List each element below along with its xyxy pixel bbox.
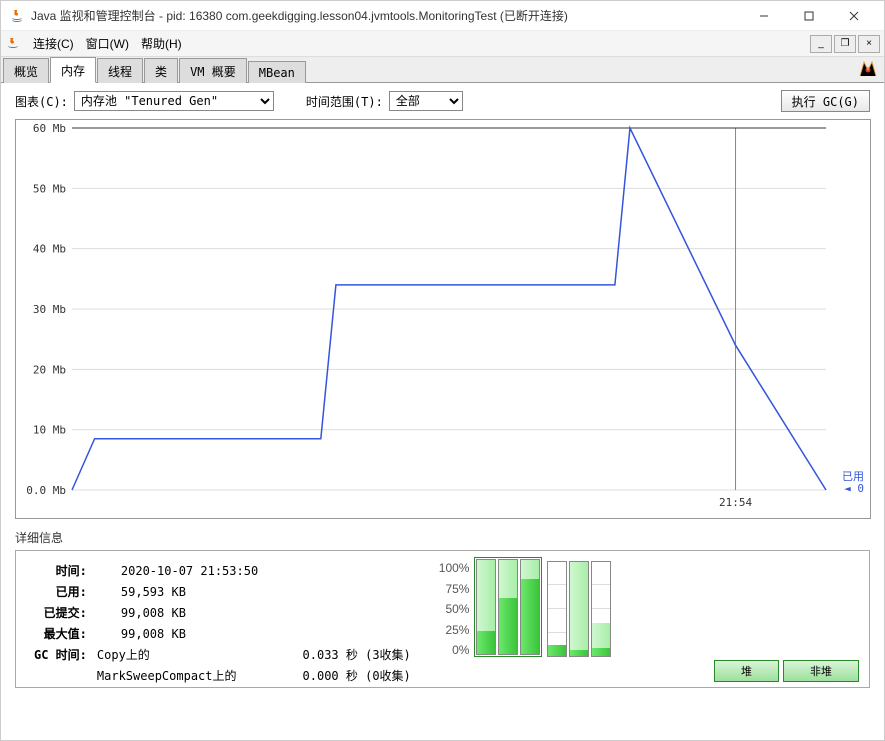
memory-bar [547, 561, 567, 657]
gc-msc-time: 0.000 秒 (0收集) [243, 666, 415, 685]
controls-row: 图表(C): 内存池 "Tenured Gen" 时间范围(T): 全部 执行 … [1, 83, 884, 119]
java-icon [9, 8, 25, 24]
chart-area: 0.0 Mb 10 Mb 20 Mb 30 Mb 40 Mb 50 Mb 60 Mb 21:5… [1, 119, 884, 525]
heap-bar-group[interactable] [474, 557, 542, 657]
tab-overview[interactable]: 概览 [3, 58, 49, 83]
window-titlebar: Java 监视和管理控制台 - pid: 16380 com.geekdiggi… [1, 1, 884, 31]
memory-bars: 100%75%50%25%0% 堆 非堆 [429, 551, 869, 687]
tabbar: 概览 内存 线程 类 VM 概要 MBean [1, 57, 884, 83]
svg-text:40 Mb: 40 Mb [33, 243, 66, 256]
time-value: 2020-10-07 21:53:50 [93, 561, 415, 580]
details-title: 详细信息 [15, 527, 870, 550]
details-box: 时间:2020-10-07 21:53:50 已用:59,593 KB 已提交:… [15, 550, 870, 688]
details-text: 时间:2020-10-07 21:53:50 已用:59,593 KB 已提交:… [16, 551, 429, 687]
memory-chart: 0.0 Mb 10 Mb 20 Mb 30 Mb 40 Mb 50 Mb 60 Mb 21:5… [15, 119, 871, 519]
svg-text:50 Mb: 50 Mb [33, 182, 66, 195]
heap-button[interactable]: 堆 [714, 660, 779, 682]
memory-bar [476, 559, 496, 655]
svg-text:◄ 0: ◄ 0 [844, 482, 864, 495]
chart-label: 图表(C): [15, 93, 68, 110]
tab-classes[interactable]: 类 [144, 58, 178, 83]
svg-text:10 Mb: 10 Mb [33, 424, 66, 437]
tab-vm[interactable]: VM 概要 [179, 58, 247, 83]
used-label: 已用: [30, 582, 91, 601]
memory-bar [591, 561, 611, 657]
memory-bar [520, 559, 540, 655]
nonheap-button[interactable]: 非堆 [783, 660, 859, 682]
tab-threads[interactable]: 线程 [97, 58, 143, 83]
memory-bar [498, 559, 518, 655]
mdi-close-button[interactable]: × [858, 35, 880, 53]
nonheap-bar-group[interactable] [545, 561, 613, 657]
time-range-select[interactable]: 全部 [389, 91, 463, 111]
time-range-label: 时间范围(T): [306, 93, 383, 110]
gc-msc: MarkSweepCompact上的 [93, 666, 241, 685]
bars-y-scale: 100%75%50%25%0% [439, 561, 472, 657]
menubar: 连接(C) 窗口(W) 帮助(H) _ ❐ × [1, 31, 884, 57]
svg-text:0.0 Mb: 0.0 Mb [26, 484, 66, 497]
minimize-button[interactable] [741, 2, 786, 30]
menu-help[interactable]: 帮助(H) [135, 32, 188, 55]
java-icon [5, 36, 21, 52]
used-value: 59,593 KB [93, 582, 241, 601]
committed-value: 99,008 KB [93, 603, 241, 622]
maximize-button[interactable] [786, 2, 831, 30]
gc-copy: Copy上的 [93, 645, 241, 664]
svg-text:20 Mb: 20 Mb [33, 363, 66, 376]
gc-label: GC 时间: [30, 645, 91, 664]
committed-label: 已提交: [30, 603, 91, 622]
tab-mbean[interactable]: MBean [248, 61, 306, 83]
svg-text:30 Mb: 30 Mb [33, 303, 66, 316]
perform-gc-button[interactable]: 执行 GC(G) [781, 90, 870, 112]
gc-copy-time: 0.033 秒 (3收集) [243, 645, 415, 664]
chart-select[interactable]: 内存池 "Tenured Gen" [74, 91, 274, 111]
time-label: 时间: [30, 561, 91, 580]
svg-text:21:54: 21:54 [719, 496, 752, 509]
max-label: 最大值: [30, 624, 91, 643]
window-title: Java 监视和管理控制台 - pid: 16380 com.geekdiggi… [31, 7, 741, 24]
tab-memory[interactable]: 内存 [50, 57, 96, 83]
memory-bar [569, 561, 589, 657]
menu-window[interactable]: 窗口(W) [80, 32, 135, 55]
duke-icon [858, 60, 878, 81]
details-section: 详细信息 时间:2020-10-07 21:53:50 已用:59,593 KB… [1, 525, 884, 690]
mdi-minimize-button[interactable]: _ [810, 35, 832, 53]
menu-connect[interactable]: 连接(C) [27, 32, 80, 55]
svg-text:60 Mb: 60 Mb [33, 122, 66, 135]
max-value: 99,008 KB [93, 624, 241, 643]
mdi-restore-button[interactable]: ❐ [834, 35, 856, 53]
close-button[interactable] [831, 2, 876, 30]
